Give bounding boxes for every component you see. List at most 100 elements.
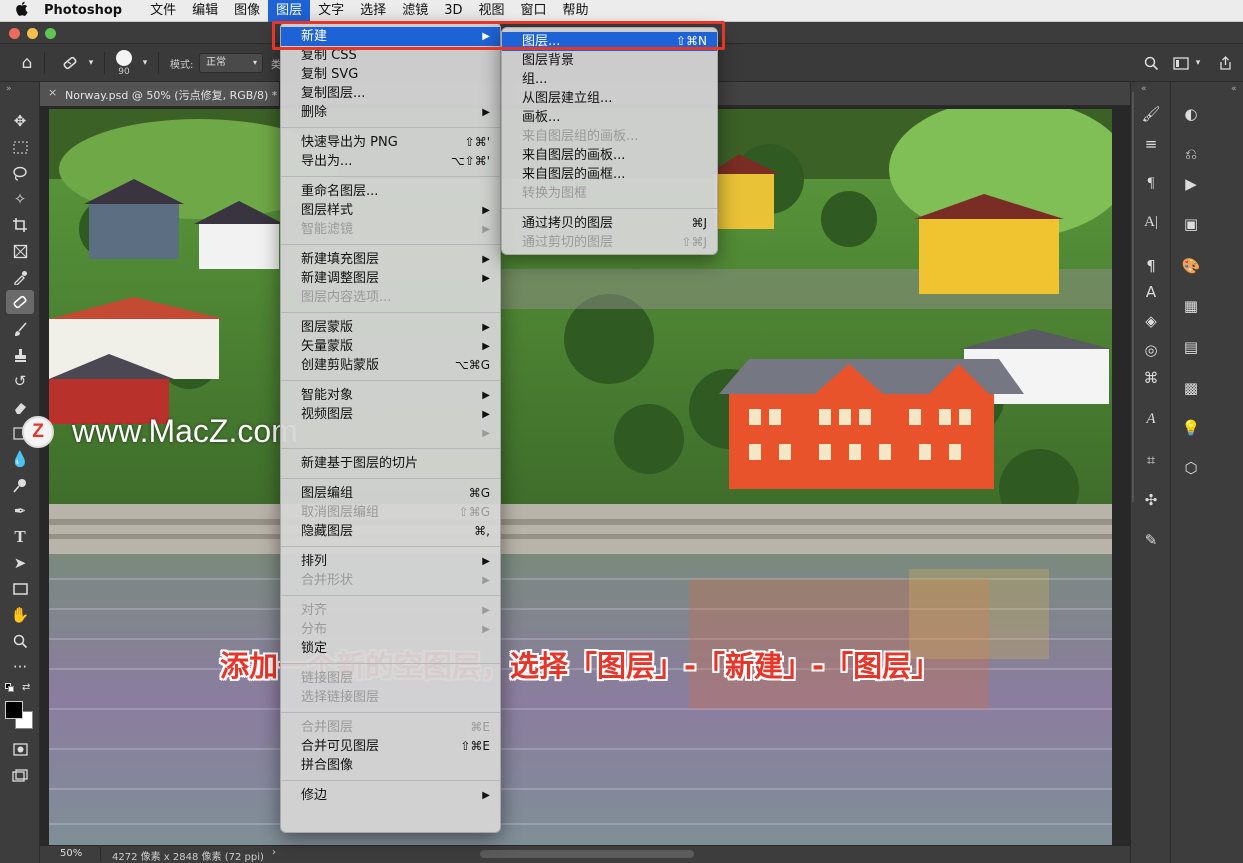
libraries-icon[interactable]: ▣ bbox=[1177, 212, 1205, 236]
menu-11[interactable]: 帮助 bbox=[555, 0, 597, 22]
mode-select[interactable]: 正常 ▾ bbox=[199, 53, 263, 73]
layers-icon[interactable]: ◈ bbox=[1137, 309, 1165, 333]
actions-play-icon[interactable]: ▶ bbox=[1177, 172, 1205, 196]
zoom-tool-icon[interactable] bbox=[6, 629, 34, 653]
layer-menu-item[interactable]: 新建调整图层 ▶ bbox=[281, 269, 500, 288]
new-submenu-item[interactable]: 画板... bbox=[502, 108, 717, 127]
new-submenu-item[interactable]: 组... bbox=[502, 70, 717, 89]
swatches-icon[interactable]: ▦ bbox=[1177, 294, 1205, 318]
quick-mask-icon[interactable] bbox=[6, 737, 34, 761]
layer-menu-item[interactable]: 复制图层... bbox=[281, 84, 500, 103]
brush-settings-icon[interactable]: 🖌 bbox=[1137, 102, 1165, 126]
panel-scrollbar[interactable] bbox=[1132, 92, 1134, 502]
new-submenu-item[interactable]: 来自图层的画框... bbox=[502, 165, 717, 184]
layer-menu-item[interactable]: 复制 CSS bbox=[281, 46, 500, 65]
spot-healing-brush-icon[interactable] bbox=[58, 52, 82, 74]
workspace-icon[interactable] bbox=[1170, 53, 1192, 73]
spot-healing-brush-tool-icon[interactable] bbox=[6, 290, 34, 314]
menu-8[interactable]: 3D bbox=[436, 0, 470, 22]
status-chevron-right-icon[interactable]: › bbox=[272, 847, 276, 858]
brush-tool-icon[interactable] bbox=[6, 317, 34, 341]
channels-icon[interactable]: ◎ bbox=[1137, 338, 1165, 362]
collapse-chevron-icon[interactable]: « bbox=[1141, 84, 1147, 94]
layer-menu-item[interactable]: 图层样式 ▶ bbox=[281, 201, 500, 220]
app-name-menu[interactable]: Photoshop bbox=[44, 3, 122, 18]
search-icon[interactable] bbox=[1140, 53, 1162, 73]
new-submenu-item[interactable]: 从图层建立组... bbox=[502, 89, 717, 108]
menu-6[interactable]: 选择 bbox=[352, 0, 394, 22]
layer-menu-item[interactable]: 创建剪贴蒙版 ⌥⌘G bbox=[281, 356, 500, 375]
lasso-tool-icon[interactable] bbox=[6, 161, 34, 185]
character-icon[interactable]: A| bbox=[1137, 210, 1165, 234]
document-tab[interactable]: × Norway.psd @ 50% (污点修复, RGB/8) * bbox=[40, 82, 280, 106]
tool-presets-icon[interactable]: ✎ bbox=[1137, 528, 1165, 552]
dodge-tool-icon[interactable] bbox=[6, 473, 34, 497]
history-icon[interactable]: ⎌ bbox=[1177, 142, 1205, 166]
layer-menu-item[interactable]: 排列 ▶ bbox=[281, 552, 500, 571]
paragraph-styles-icon[interactable]: ¶ bbox=[1137, 254, 1165, 278]
new-submenu-item[interactable]: 图层... ⇧⌘N bbox=[502, 32, 717, 51]
new-submenu-item[interactable]: 来自图层的画板... bbox=[502, 146, 717, 165]
layer-menu-item[interactable]: 快速导出为 PNG ⇧⌘' bbox=[281, 133, 500, 152]
puzzle-icon[interactable]: ✣ bbox=[1137, 488, 1165, 512]
history-brush-icon[interactable]: ↺ bbox=[6, 369, 34, 393]
paths-icon[interactable]: ⌘ bbox=[1137, 366, 1165, 390]
new-submenu-item[interactable]: 通过拷贝的图层 ⌘J bbox=[502, 214, 717, 233]
move-tool-icon[interactable]: ✥ bbox=[6, 109, 34, 133]
frame-tool-icon[interactable] bbox=[6, 239, 34, 263]
swap-colors-icon[interactable]: ⇄ bbox=[22, 682, 30, 693]
menu-5[interactable]: 文字 bbox=[310, 0, 352, 22]
layer-menu-item[interactable]: 删除 ▶ bbox=[281, 103, 500, 122]
close-window-button[interactable] bbox=[9, 28, 20, 39]
minimize-window-button[interactable] bbox=[27, 28, 38, 39]
crop-panel-icon[interactable]: ⌗ bbox=[1137, 448, 1165, 472]
layer-menu-item[interactable]: 图层编组 ⌘G bbox=[281, 484, 500, 503]
menu-7[interactable]: 滤镜 bbox=[394, 0, 436, 22]
layer-menu-item[interactable]: 矢量蒙版 ▶ bbox=[281, 337, 500, 356]
layer-menu-item[interactable]: 复制 SVG bbox=[281, 65, 500, 84]
gradients-icon[interactable]: ▤ bbox=[1177, 335, 1205, 359]
close-tab-icon[interactable]: × bbox=[48, 86, 57, 99]
zoom-window-button[interactable] bbox=[45, 28, 56, 39]
menu-3[interactable]: 图像 bbox=[226, 0, 268, 22]
default-colors-icon[interactable] bbox=[5, 683, 15, 692]
tool-preset-chevron-down-icon[interactable]: ▾ bbox=[84, 54, 98, 72]
layer-menu-item[interactable]: 拼合图像 bbox=[281, 756, 500, 775]
more-tools-icon[interactable]: ··· bbox=[6, 655, 34, 679]
menu-2[interactable]: 编辑 bbox=[184, 0, 226, 22]
clone-stamp-icon[interactable] bbox=[6, 343, 34, 367]
layer-menu-item[interactable]: 合并可见图层 ⇧⌘E bbox=[281, 737, 500, 756]
paragraph-icon[interactable]: ¶ bbox=[1137, 171, 1165, 195]
screen-mode-icon[interactable] bbox=[6, 763, 34, 787]
glyphs-icon[interactable]: A bbox=[1137, 407, 1165, 431]
share-icon[interactable] bbox=[1214, 53, 1236, 73]
new-submenu-item[interactable]: 图层背景 bbox=[502, 51, 717, 70]
menu-10[interactable]: 窗口 bbox=[513, 0, 555, 22]
layer-menu-item[interactable]: 智能对象 ▶ bbox=[281, 386, 500, 405]
crop-tool-icon[interactable] bbox=[6, 213, 34, 237]
eyedropper-icon[interactable] bbox=[6, 265, 34, 289]
horizontal-scrollbar[interactable] bbox=[480, 850, 694, 858]
home-icon[interactable]: ⌂ bbox=[14, 52, 40, 74]
foreground-color-swatch[interactable] bbox=[5, 701, 23, 719]
layer-menu-item[interactable]: 图层蒙版 ▶ bbox=[281, 318, 500, 337]
learn-bulb-icon[interactable]: 💡 bbox=[1177, 416, 1205, 440]
magic-wand-icon[interactable]: ✧ bbox=[6, 187, 34, 211]
color-palette-icon[interactable]: 🎨 bbox=[1177, 254, 1205, 278]
layer-menu-item[interactable]: 隐藏图层 ⌘, bbox=[281, 522, 500, 541]
type-tool-icon[interactable]: T bbox=[6, 525, 34, 549]
patterns-icon[interactable]: ▩ bbox=[1177, 376, 1205, 400]
brush-tip-preview[interactable] bbox=[116, 50, 132, 66]
adjustments-icon[interactable]: ◐ bbox=[1177, 102, 1205, 126]
apple-icon[interactable] bbox=[0, 1, 44, 20]
zoom-level[interactable]: 50% bbox=[60, 848, 82, 859]
layer-menu-item[interactable]: 重命名图层... bbox=[281, 182, 500, 201]
brushes-panel-icon[interactable]: ≡ bbox=[1137, 132, 1165, 156]
workspace-chevron-down-icon[interactable]: ▾ bbox=[1192, 54, 1204, 72]
rectangle-tool-icon[interactable] bbox=[6, 577, 34, 601]
layer-menu-item[interactable]: 新建基于图层的切片 bbox=[281, 454, 500, 473]
collapse-chevron-icon[interactable]: « bbox=[1231, 84, 1237, 94]
character-styles-icon[interactable]: A bbox=[1137, 280, 1165, 304]
layer-menu-item[interactable]: 新建 ▶ bbox=[281, 27, 500, 46]
blur-tool-icon[interactable]: 💧 bbox=[6, 447, 34, 471]
